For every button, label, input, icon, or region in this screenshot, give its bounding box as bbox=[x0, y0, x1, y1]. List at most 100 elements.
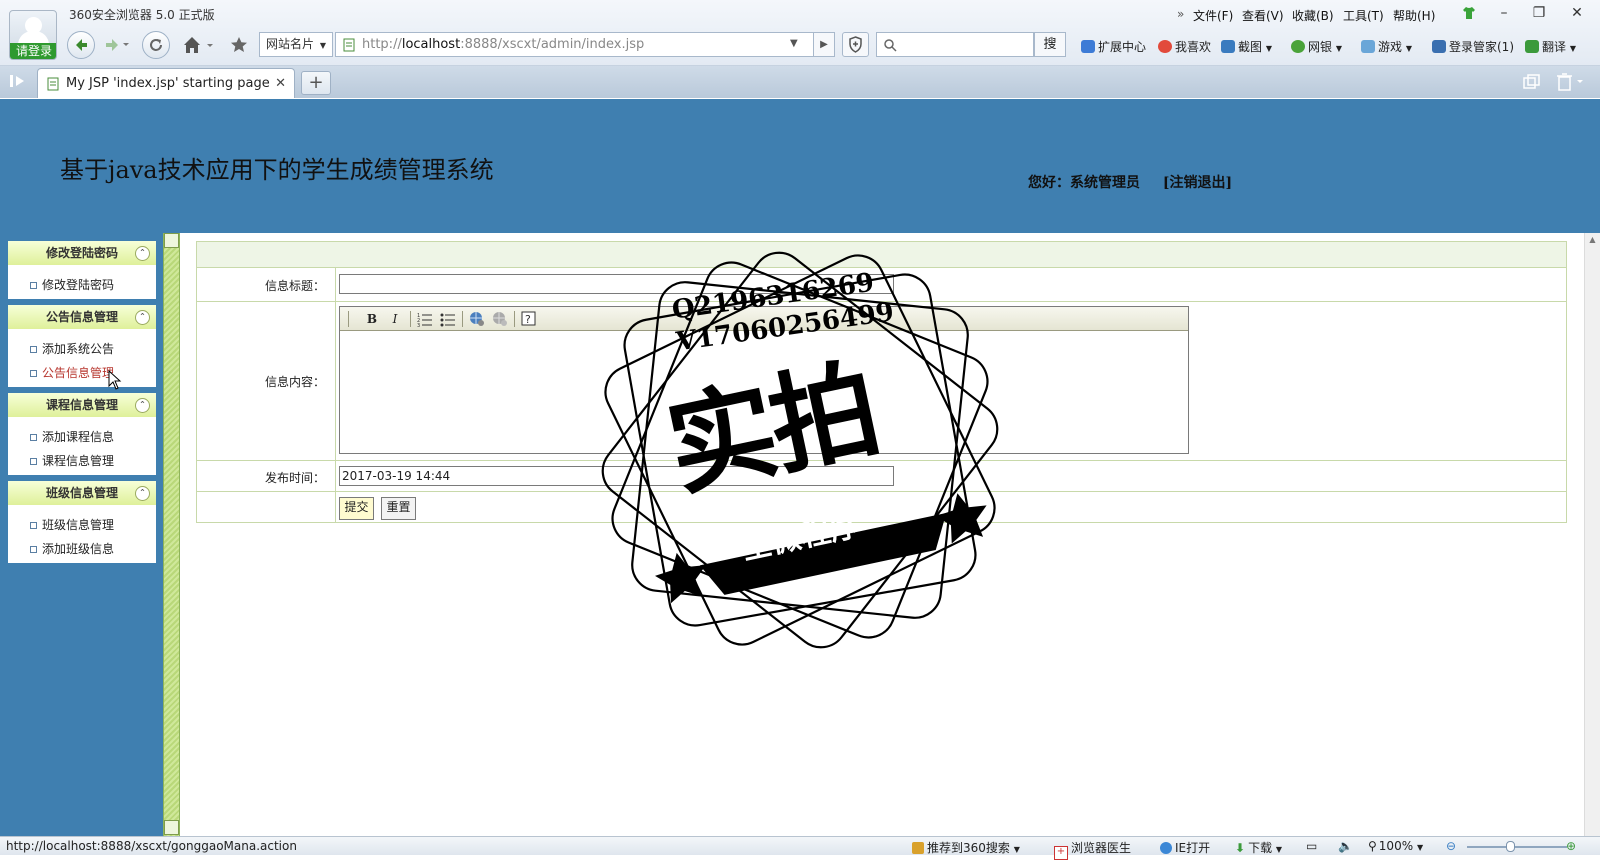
toolbar-screenshot[interactable]: 截图 ▼ bbox=[1221, 38, 1272, 55]
status-download[interactable]: ⬇ 下载 ▼ bbox=[1235, 839, 1282, 856]
menu-help[interactable]: 帮助(H) bbox=[1393, 7, 1435, 24]
toolbar-login-manager[interactable]: 登录管家(1) bbox=[1432, 38, 1514, 55]
address-bar[interactable]: http://localhost:8888/xscxt/admin/index.… bbox=[335, 32, 815, 57]
sidebar-group-course: 课程信息管理 ⌃ 添加课程信息 课程信息管理 bbox=[8, 393, 156, 475]
url-path: :8888/xscxt/admin/index.jsp bbox=[460, 37, 645, 52]
sidebar-item-add-class[interactable]: 添加班级信息 bbox=[8, 537, 156, 561]
splitter-toggle-bottom[interactable] bbox=[164, 820, 179, 835]
menu-view[interactable]: 查看(V) bbox=[1242, 7, 1284, 24]
extension-cube-icon bbox=[1081, 40, 1095, 53]
site-card-dropdown[interactable]: 网站名片 ▼ bbox=[259, 32, 333, 57]
vertical-scrollbar[interactable]: ▲ bbox=[1584, 233, 1600, 836]
help-button[interactable]: ? bbox=[520, 310, 538, 328]
search-input[interactable] bbox=[876, 32, 1034, 57]
toolbar-favorites[interactable]: 我喜欢 bbox=[1158, 38, 1211, 55]
sidebar-group-title[interactable]: 修改登陆密码 ⌃ bbox=[8, 241, 156, 265]
toolbar-translate[interactable]: 翻译 ▼ bbox=[1525, 38, 1576, 55]
collapse-icon[interactable]: ⌃ bbox=[135, 398, 150, 413]
zoom-out-button[interactable]: ⊖ bbox=[1446, 839, 1456, 853]
status-browser-doctor[interactable]: + 浏览器医生 bbox=[1054, 839, 1131, 860]
refresh-button[interactable] bbox=[142, 31, 170, 59]
chevron-down-icon: ▼ bbox=[1405, 44, 1412, 53]
zoom-slider-thumb[interactable] bbox=[1506, 841, 1515, 852]
reset-button[interactable]: 重置 bbox=[381, 497, 416, 520]
sidebar-group-title[interactable]: 公告信息管理 ⌃ bbox=[8, 305, 156, 329]
toolbar-games-label: 游戏 bbox=[1378, 40, 1403, 54]
volume-icon[interactable]: 🔈 bbox=[1338, 839, 1353, 853]
status-zoom[interactable]: ⚲ 100% ▼ bbox=[1368, 839, 1423, 853]
search-button[interactable]: 搜 bbox=[1034, 32, 1066, 57]
chevron-down-icon: ▼ bbox=[1335, 44, 1342, 53]
toolbar-extensions[interactable]: 扩展中心 bbox=[1081, 38, 1146, 55]
group-title-text: 班级信息管理 bbox=[45, 486, 118, 500]
sidebar-item-notice-manage[interactable]: 公告信息管理 bbox=[8, 361, 156, 385]
login-button[interactable]: 请登录 bbox=[10, 43, 56, 59]
menu-file[interactable]: 文件(F) bbox=[1193, 7, 1233, 24]
menu-favorites[interactable]: 收藏(B) bbox=[1292, 7, 1334, 24]
title-label: 信息标题： bbox=[264, 279, 325, 293]
home-button[interactable] bbox=[181, 34, 217, 56]
status-ie-open[interactable]: IE打开 bbox=[1160, 839, 1210, 856]
toolbar-bank[interactable]: 网银 ▼ bbox=[1291, 38, 1342, 55]
logout-link[interactable]: [注销退出] bbox=[1163, 175, 1232, 191]
sidebar-group-title[interactable]: 课程信息管理 ⌃ bbox=[8, 393, 156, 417]
sidebar-group-class: 班级信息管理 ⌃ 班级信息管理 添加班级信息 bbox=[8, 481, 156, 563]
close-window-button[interactable]: ✕ bbox=[1561, 2, 1593, 24]
tab-list-icon[interactable] bbox=[1523, 74, 1541, 90]
splitter-toggle-top[interactable] bbox=[164, 233, 179, 248]
skin-shirt-icon[interactable] bbox=[1462, 6, 1476, 20]
submit-button[interactable]: 提交 bbox=[339, 497, 374, 520]
unlink-globe-icon bbox=[493, 312, 507, 326]
tab-close-icon[interactable]: ✕ bbox=[275, 76, 286, 91]
trash-icon[interactable] bbox=[1556, 72, 1584, 92]
status-recommend-search[interactable]: 推荐到360搜索 ▼ bbox=[912, 839, 1020, 856]
restore-button[interactable]: ❐ bbox=[1523, 2, 1555, 24]
unordered-list-button[interactable] bbox=[439, 310, 457, 328]
toolbar-games[interactable]: 游戏 ▼ bbox=[1361, 38, 1412, 55]
status-recommend-label: 推荐到360搜索 bbox=[927, 841, 1010, 855]
back-arrow-icon bbox=[76, 39, 87, 51]
sidebar-toggle-icon[interactable] bbox=[9, 73, 27, 89]
content-label: 信息内容： bbox=[264, 375, 325, 389]
collapse-icon[interactable]: ⌃ bbox=[135, 246, 150, 261]
back-button[interactable] bbox=[67, 31, 95, 59]
group-title-text: 修改登陆密码 bbox=[45, 246, 118, 260]
italic-button[interactable]: I bbox=[386, 310, 404, 328]
group-title-text: 公告信息管理 bbox=[45, 310, 118, 324]
user-avatar[interactable]: 请登录 bbox=[9, 10, 57, 60]
unlink-button[interactable] bbox=[491, 310, 509, 328]
search-icon bbox=[884, 38, 897, 52]
status-window-icon[interactable]: ▭ bbox=[1306, 839, 1317, 853]
sidebar-item-class-manage[interactable]: 班级信息管理 bbox=[8, 513, 156, 537]
status-download-label: 下载 bbox=[1248, 841, 1273, 855]
zoom-in-button[interactable]: ⊕ bbox=[1566, 839, 1576, 853]
scroll-up-icon[interactable]: ▲ bbox=[1585, 235, 1600, 244]
sidebar-item-course-manage[interactable]: 课程信息管理 bbox=[8, 449, 156, 473]
svg-text:?: ? bbox=[525, 313, 531, 326]
favorite-star-icon[interactable] bbox=[229, 35, 249, 55]
insert-link-button[interactable] bbox=[468, 310, 486, 328]
ordered-list-button[interactable]: 123 bbox=[416, 310, 434, 329]
bold-button[interactable]: B bbox=[363, 310, 381, 328]
system-title: 基于java技术应用下的学生成绩管理系统 bbox=[60, 156, 494, 184]
collapse-icon[interactable]: ⌃ bbox=[135, 486, 150, 501]
security-shield-button[interactable] bbox=[842, 32, 869, 57]
tab-index-page[interactable]: My JSP 'index.jsp' starting page ✕ bbox=[37, 68, 295, 98]
forward-button[interactable] bbox=[104, 37, 130, 53]
new-tab-button[interactable]: + bbox=[301, 71, 331, 95]
app-title: 360安全浏览器 5.0 正式版 bbox=[69, 8, 215, 22]
url-dropdown-icon[interactable]: ▼ bbox=[790, 38, 798, 49]
zoom-slider-track[interactable] bbox=[1467, 846, 1567, 848]
sidebar-item-add-course[interactable]: 添加课程信息 bbox=[8, 425, 156, 449]
sidebar-group-title[interactable]: 班级信息管理 ⌃ bbox=[8, 481, 156, 505]
collapse-icon[interactable]: ⌃ bbox=[135, 310, 150, 325]
sidebar-item-change-password[interactable]: 修改登陆密码 bbox=[8, 273, 156, 297]
sidebar-item-add-notice[interactable]: 添加系统公告 bbox=[8, 337, 156, 361]
unordered-list-icon bbox=[440, 313, 455, 327]
thumb-up-icon bbox=[912, 842, 924, 854]
minimize-button[interactable]: – bbox=[1488, 2, 1520, 24]
menu-overflow-icon[interactable]: » bbox=[1177, 7, 1184, 21]
frame-splitter[interactable] bbox=[163, 233, 180, 836]
go-button[interactable]: ▶ bbox=[813, 32, 835, 57]
menu-tools[interactable]: 工具(T) bbox=[1343, 7, 1384, 24]
